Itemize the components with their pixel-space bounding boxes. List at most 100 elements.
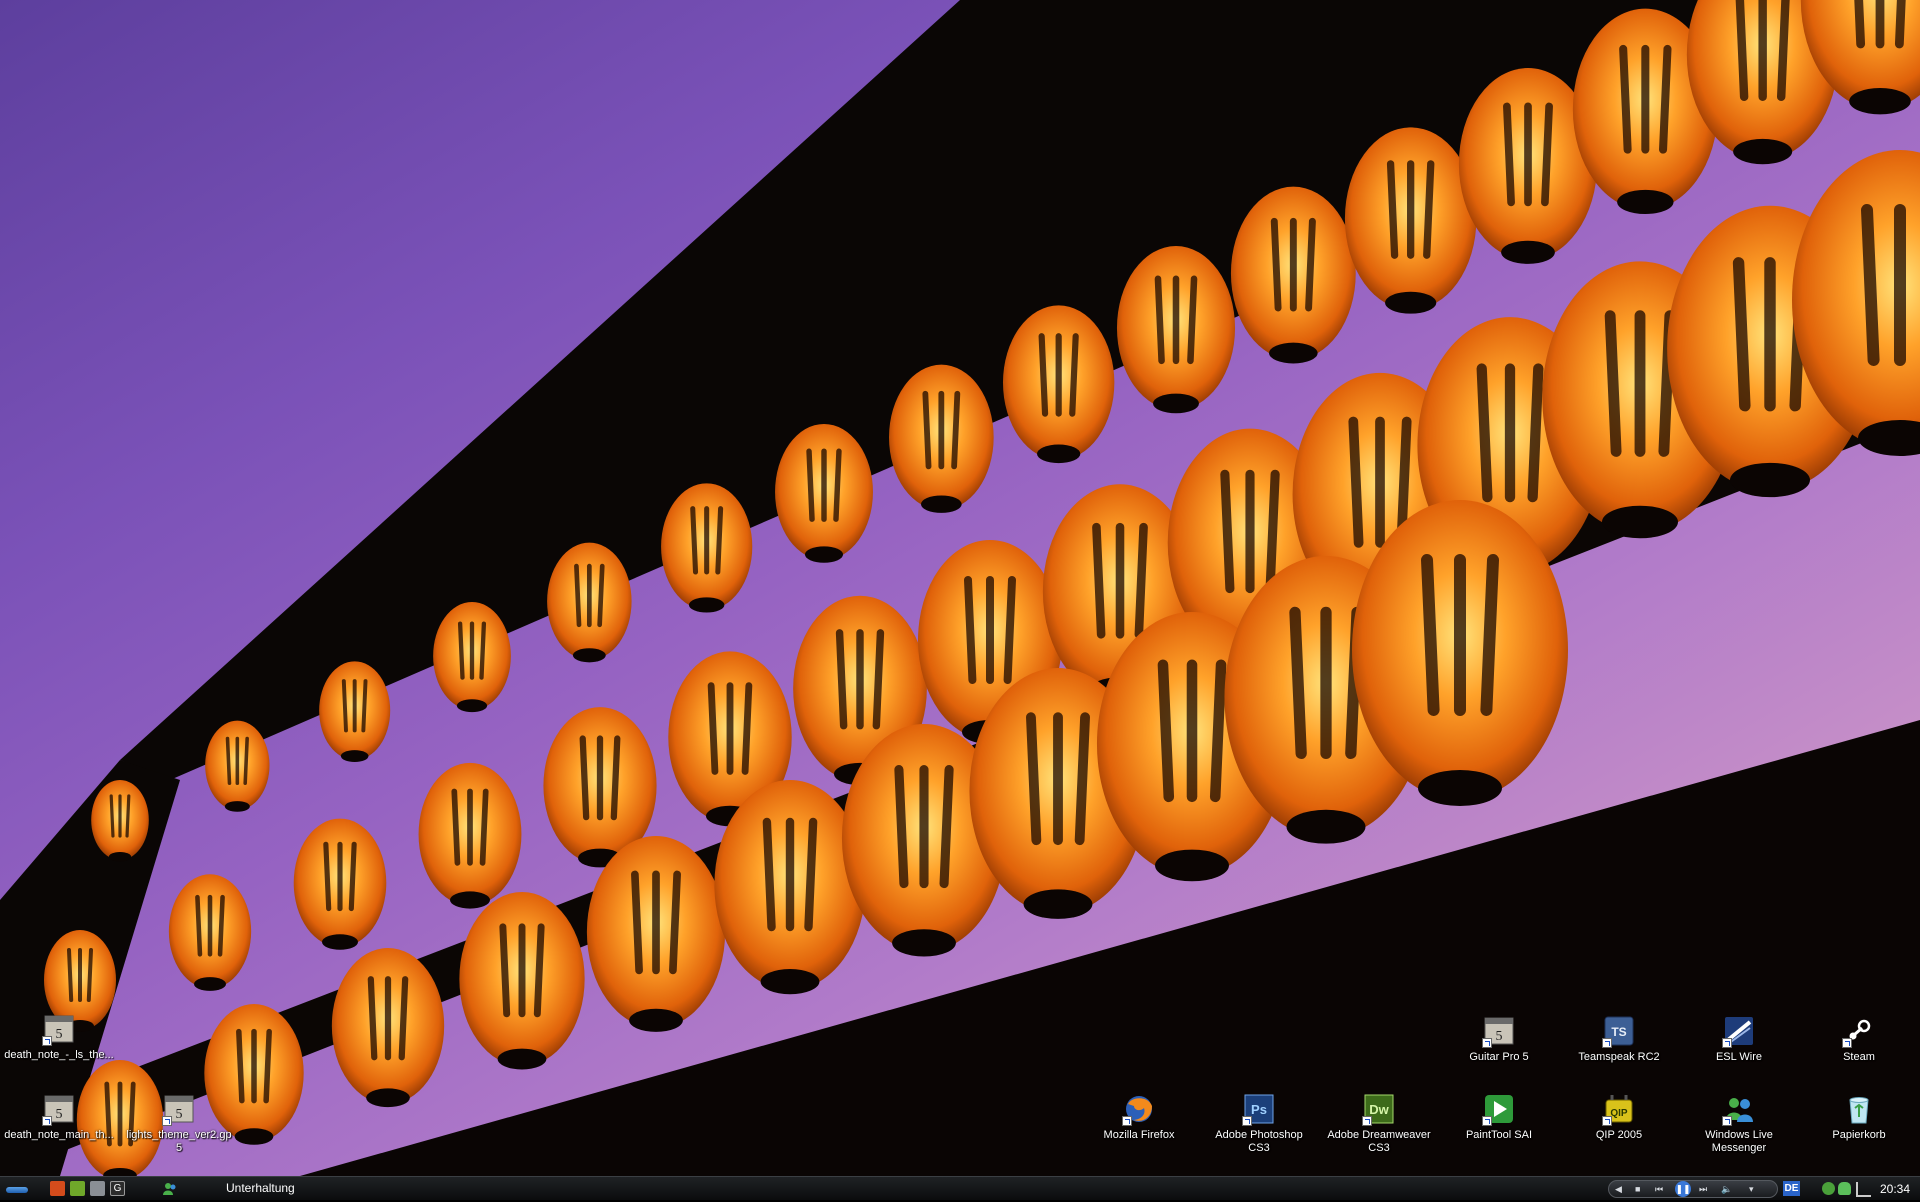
tray-icon-clover[interactable]	[1822, 1182, 1835, 1195]
svg-text:5: 5	[1496, 1029, 1503, 1044]
desktop-icon-label: death_note_main_th...	[4, 1129, 114, 1141]
lantern-calligraphy	[1265, 469, 1280, 594]
desktop-icon-painttool-sai[interactable]: PaintTool SAI	[1444, 1092, 1554, 1142]
lantern-calligraphy	[361, 679, 368, 733]
lantern-calligraphy	[1854, 0, 1866, 49]
desktop-icon-recycle-bin[interactable]: Papierkorb	[1804, 1092, 1914, 1142]
taskbar-clock[interactable]: 20:34	[1880, 1177, 1910, 1201]
desktop-icon-death-note-ls-theme[interactable]: 5 death_note_-_ls_the...	[4, 1012, 114, 1062]
lantern-calligraphy	[610, 735, 621, 821]
lantern-calligraphy	[1270, 217, 1282, 312]
quicklaunch-icon-g[interactable]: G	[110, 1181, 125, 1196]
lantern-base	[194, 977, 226, 991]
svg-text:5: 5	[176, 1107, 183, 1122]
lantern-base	[1023, 889, 1093, 919]
desktop-icon-label: ESL Wire	[1715, 1051, 1763, 1063]
lantern-calligraphy	[1503, 102, 1515, 207]
lantern-calligraphy	[922, 390, 932, 470]
tray-icon-network[interactable]	[1856, 1182, 1871, 1197]
lantern-calligraphy	[398, 976, 409, 1061]
media-stop-icon[interactable]: ■	[1635, 1183, 1640, 1195]
media-volume-icon[interactable]: 🔈	[1721, 1183, 1732, 1195]
messenger-icon	[1722, 1092, 1756, 1126]
desktop-icon-label: Adobe Photoshop CS3	[1215, 1129, 1303, 1154]
lantern-calligraphy	[951, 390, 961, 470]
lantern-base	[1418, 770, 1502, 806]
lantern-calligraphy	[1735, 0, 1749, 102]
lantern-base	[892, 929, 956, 957]
lantern-base	[1617, 189, 1674, 215]
svg-text:TS: TS	[1611, 1025, 1626, 1039]
lantern-base	[1269, 342, 1318, 364]
lantern-calligraphy	[533, 923, 545, 1018]
media-next-icon[interactable]: ⏭	[1699, 1183, 1707, 1195]
desktop-icon-windows-live-messenger[interactable]: Windows Live Messenger	[1684, 1092, 1794, 1155]
desktop-icon-lights-theme[interactable]: 5 lights_theme_ver2.gp5	[124, 1092, 234, 1155]
taskbar-button-unterhaltung[interactable]: Unterhaltung	[170, 1179, 330, 1198]
lantern-base	[1385, 291, 1437, 314]
desktop-icon-dreamweaver[interactable]: Dw Adobe Dreamweaver CS3	[1324, 1092, 1434, 1155]
lantern-calligraphy	[1604, 310, 1622, 457]
photoshop-icon: Ps	[1242, 1092, 1276, 1126]
quicklaunch-icon-shield[interactable]	[90, 1181, 105, 1196]
lantern-calligraphy	[835, 629, 848, 730]
lantern-calligraphy	[1480, 554, 1499, 716]
lantern-calligraphy	[1305, 217, 1316, 312]
lantern-calligraphy	[1421, 554, 1440, 716]
desktop-icon-label: PaintTool SAI	[1465, 1129, 1533, 1141]
media-rewind-icon[interactable]: ⏮	[1655, 1183, 1663, 1195]
desktop-icon-steam[interactable]: Steam	[1804, 1014, 1914, 1064]
lantern-calligraphy	[499, 923, 511, 1018]
lantern-base	[1730, 462, 1810, 498]
desktop[interactable]: 5 death_note_-_ls_the... 5 death_note_ma…	[0, 0, 1920, 1176]
lantern-calligraphy	[86, 948, 93, 1002]
lantern-calligraphy	[1619, 44, 1632, 154]
media-pause-icon[interactable]: ❚❚	[1675, 1181, 1691, 1197]
lantern-calligraphy	[323, 841, 332, 912]
lantern-calligraphy	[1894, 0, 1906, 49]
lantern-base	[456, 699, 488, 713]
lantern-calligraphy	[195, 894, 203, 957]
lantern-calligraphy	[367, 976, 378, 1061]
desktop-icon-qip[interactable]: QIP QIP 2005	[1564, 1092, 1674, 1142]
lantern-base	[1286, 809, 1366, 844]
desktop-icon-death-note-main-theme[interactable]: 5 death_note_main_th...	[4, 1092, 114, 1142]
lantern-calligraphy	[1069, 333, 1079, 417]
quicklaunch-icon-app[interactable]	[50, 1181, 65, 1196]
tray-icon-messenger[interactable]	[1838, 1182, 1851, 1195]
lantern-calligraphy	[1026, 712, 1042, 846]
guitar-pro-file-icon: 5	[162, 1092, 196, 1126]
start-button[interactable]	[0, 1179, 30, 1199]
desktop-icon-esl-wire[interactable]: ESL Wire	[1684, 1014, 1794, 1064]
svg-text:Ps: Ps	[1251, 1102, 1267, 1117]
lantern-base	[920, 495, 962, 513]
media-prev-icon[interactable]: ◀	[1615, 1183, 1622, 1195]
lantern-base	[572, 648, 606, 663]
desktop-icon-teamspeak[interactable]: TS Teamspeak RC2	[1564, 1014, 1674, 1064]
painttool-sai-icon	[1482, 1092, 1516, 1126]
lantern-calligraphy	[1220, 469, 1235, 594]
lantern-calligraphy	[806, 448, 815, 522]
desktop-icon-firefox[interactable]: Mozilla Firefox	[1084, 1092, 1194, 1142]
lantern-calligraphy	[574, 563, 582, 628]
recycle-bin-icon	[1842, 1092, 1876, 1126]
lantern-calligraphy	[243, 736, 249, 785]
guitar-pro-file-icon: 5	[42, 1092, 76, 1126]
lantern-calligraphy	[872, 629, 885, 730]
lantern-calligraphy	[236, 1028, 245, 1104]
lantern-calligraphy	[457, 621, 465, 680]
desktop-icon-guitar-pro[interactable]: 5 Guitar Pro 5	[1444, 1014, 1554, 1064]
lantern-base	[224, 801, 250, 812]
lantern-base	[108, 852, 132, 862]
lantern-calligraphy	[225, 736, 232, 785]
language-indicator[interactable]: DE	[1783, 1181, 1800, 1196]
lantern-calligraphy	[833, 448, 842, 522]
lantern-base	[1153, 393, 1199, 414]
svg-text:QIP: QIP	[1610, 1108, 1628, 1119]
desktop-icon-photoshop[interactable]: Ps Adobe Photoshop CS3	[1204, 1092, 1314, 1155]
quicklaunch-icon-search[interactable]	[70, 1181, 85, 1196]
lantern-base	[366, 1088, 410, 1108]
media-menu-icon[interactable]: ▾	[1749, 1183, 1754, 1195]
lantern-calligraphy	[1776, 0, 1790, 102]
lantern-base	[1602, 505, 1678, 539]
